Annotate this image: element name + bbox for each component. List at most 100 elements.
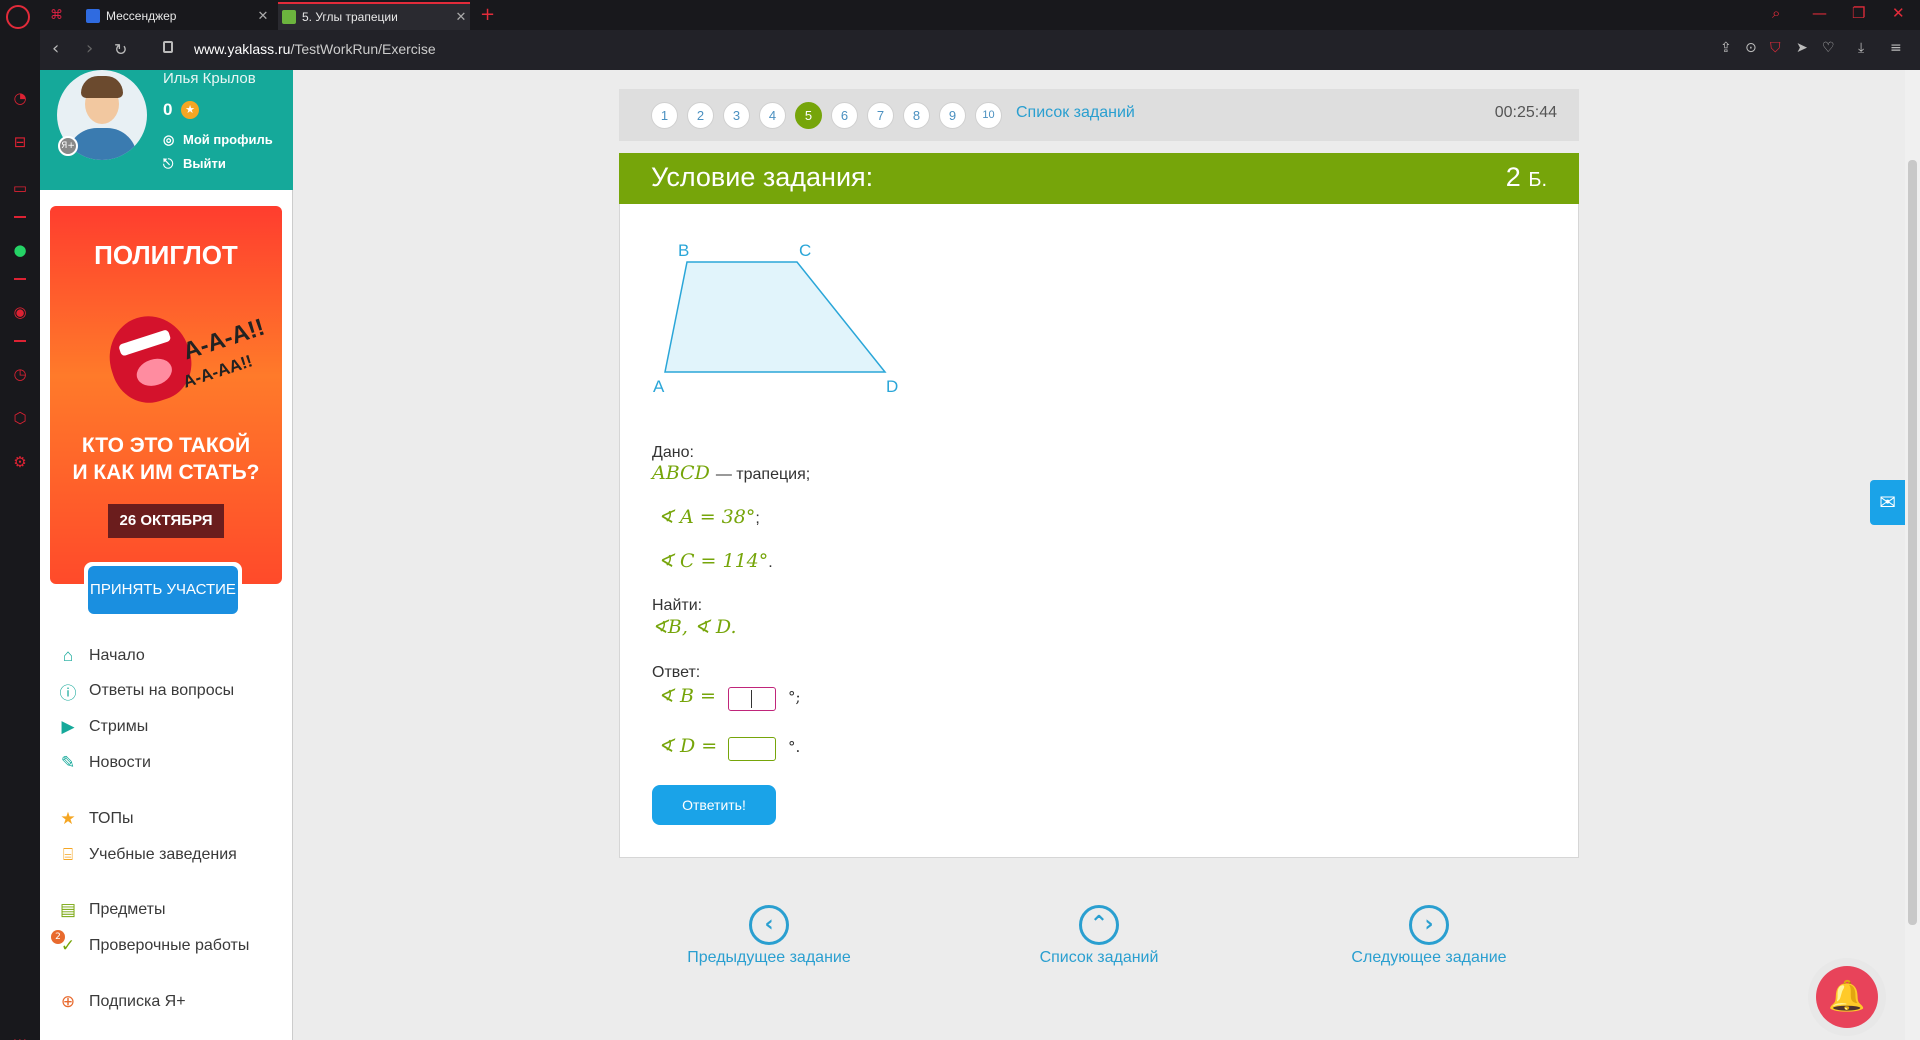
whatsapp-icon[interactable]: ●: [10, 240, 30, 260]
logout-icon: ⎋: [163, 156, 174, 171]
my-profile-link[interactable]: ◎ Мой профиль: [163, 132, 273, 148]
sidebar-item-schools[interactable]: ⌸ Учебные заведения: [57, 841, 237, 869]
question-icon: ⓘ: [59, 683, 77, 703]
site-sidebar: Я+ Илья Крылов 0 ★ ◎ Мой профиль ⎋ Выйти П…: [40, 70, 293, 1040]
logout-link[interactable]: ⎋ Выйти: [163, 156, 226, 172]
page-button-5-active[interactable]: 5: [795, 102, 822, 129]
sidebar-item-tests[interactable]: ✓ Проверочные работы: [57, 932, 249, 960]
card-header: Условие задания: 2 Б.: [619, 153, 1579, 204]
page-button-6[interactable]: 6: [831, 102, 858, 129]
task-list-bottom-link[interactable]: ⌃ Список заданий: [1009, 905, 1189, 967]
opera-logo-icon[interactable]: [6, 5, 30, 29]
chevron-right-icon: ›: [1409, 905, 1449, 945]
answer-d-label: ∢ D =: [658, 735, 718, 757]
profile-panel: Я+ Илья Крылов 0 ★ ◎ Мой профиль ⎋ Выйти: [40, 70, 293, 190]
easy-setup-icon[interactable]: ≡: [1890, 40, 1902, 56]
page-scrollbar[interactable]: [1905, 70, 1920, 1040]
settings-gear-icon[interactable]: ⚙: [10, 452, 30, 472]
messenger-favicon-icon: [86, 9, 100, 23]
sidebar-item-tops[interactable]: ★ ТОПы: [57, 805, 133, 833]
more-dots-icon[interactable]: ⋯: [10, 1030, 30, 1040]
page-button-3[interactable]: 3: [723, 102, 750, 129]
answer-b-label: ∢ B =: [658, 685, 716, 707]
page-button-7[interactable]: 7: [867, 102, 894, 129]
tab-close-icon[interactable]: ✕: [452, 9, 470, 25]
browser-tabbar: ⌘ Мессенджер ✕ 5. Углы трапеции ✕ + ⌕ — …: [0, 0, 1920, 30]
tab-messenger[interactable]: Мессенджер ✕: [82, 2, 272, 30]
feedback-mail-icon[interactable]: ✉: [1870, 480, 1905, 525]
page-button-4[interactable]: 4: [759, 102, 786, 129]
answer-b-unit: °;: [788, 688, 801, 706]
camera-icon[interactable]: ⊙: [1745, 40, 1757, 56]
close-window-icon[interactable]: ✕: [1892, 4, 1905, 22]
given-shape: ABCD — трапеция;: [652, 462, 811, 484]
page-button-1[interactable]: 1: [651, 102, 678, 129]
twitch-icon[interactable]: ▭: [10, 178, 30, 198]
page-button-8[interactable]: 8: [903, 102, 930, 129]
prev-task-label: Предыдущее задание: [687, 949, 851, 966]
find-label: Найти:: [652, 597, 703, 614]
book-icon: ▤: [59, 900, 77, 919]
exercise-card: Условие задания: 2 Б. B C A D Дано: ABCD…: [619, 153, 1579, 858]
page-button-2[interactable]: 2: [687, 102, 714, 129]
sidebar-item-home[interactable]: ⌂ Начало: [57, 642, 145, 670]
tab-active-exercise[interactable]: 5. Углы трапеции ✕: [278, 2, 470, 30]
extensions-icon[interactable]: ⬡: [10, 408, 30, 428]
sidebar-item-subscription[interactable]: ⊕ Подписка Я+: [57, 988, 186, 1016]
player-icon[interactable]: ◉: [10, 302, 30, 322]
school-icon: ⌸: [62, 845, 74, 864]
sidebar-item-streams[interactable]: ▶ Стримы: [57, 713, 148, 741]
sidebar-item-subjects[interactable]: ▤ Предметы: [57, 896, 166, 924]
tab-title: Мессенджер: [106, 9, 177, 23]
speed-dial-icon[interactable]: ◔: [10, 88, 30, 108]
prev-task-link[interactable]: ‹ Предыдущее задание: [679, 905, 859, 967]
star-coin-icon: ★: [181, 101, 199, 119]
url-field[interactable]: www.yaklass.ru/TestWorkRun/Exercise: [194, 41, 436, 57]
search-tabs-icon[interactable]: ⌕: [1772, 4, 1780, 22]
page-button-10[interactable]: 10: [975, 102, 1002, 129]
new-tab-icon[interactable]: +: [480, 4, 495, 25]
tests-count-badge: 2: [51, 930, 65, 944]
news-icon: ✎: [60, 753, 76, 772]
restore-icon[interactable]: ❐: [1852, 4, 1865, 22]
user-name[interactable]: Илья Крылов: [163, 70, 256, 87]
notifications-bell-button[interactable]: 🔔: [1808, 958, 1886, 1036]
task-list-link[interactable]: Список заданий: [1016, 104, 1135, 122]
yaklass-favicon-icon: [282, 10, 296, 24]
next-task-link[interactable]: › Следующее задание: [1339, 905, 1519, 967]
answer-b-input[interactable]: [728, 687, 776, 711]
points-count: 0: [163, 100, 173, 119]
sidebar-item-news[interactable]: ✎ Новости: [57, 749, 151, 777]
gamepad-icon[interactable]: ⌘: [50, 8, 63, 23]
page-button-9[interactable]: 9: [939, 102, 966, 129]
reload-icon[interactable]: ↻: [114, 40, 127, 59]
task-list-label: Список заданий: [1039, 949, 1159, 966]
adblock-shield-icon[interactable]: ⛉: [1770, 40, 1781, 56]
share-icon[interactable]: ⇪: [1720, 40, 1732, 56]
vertex-label-d: D: [886, 377, 898, 396]
answer-d-input[interactable]: [728, 737, 776, 761]
ad-banner[interactable]: ПОЛИГЛОТ А-А-А!! А-А-АА!! КТО ЭТО ТАКОЙ И…: [50, 206, 282, 584]
tab-close-icon[interactable]: ✕: [254, 8, 272, 24]
ya-plus-icon: ⊕: [60, 992, 76, 1011]
flow-send-icon[interactable]: ➤: [1796, 40, 1808, 56]
minimize-icon[interactable]: —: [1812, 4, 1827, 22]
sidebar-item-answers[interactable]: ⓘ Ответы на вопросы: [57, 677, 235, 705]
scroll-thumb[interactable]: [1908, 160, 1917, 925]
shop-icon[interactable]: ⊟: [10, 132, 30, 152]
submit-answer-button[interactable]: Ответить!: [652, 785, 776, 825]
vertex-label-b: B: [678, 241, 689, 260]
back-icon[interactable]: ‹: [52, 38, 59, 59]
given-angle-c: ∢ C = 114°.: [658, 550, 773, 572]
exercise-points: 2 Б.: [1505, 162, 1547, 192]
ad-participate-button[interactable]: ПРИНЯТЬ УЧАСТИЕ: [88, 566, 238, 614]
forward-icon[interactable]: ›: [86, 38, 93, 59]
history-icon[interactable]: ◷: [10, 364, 30, 384]
bell-icon: 🔔: [1816, 966, 1878, 1028]
heart-icon[interactable]: ♡: [1822, 40, 1835, 56]
ya-plus-badge-icon: Я+: [58, 136, 78, 156]
download-icon[interactable]: ⤓: [1858, 40, 1864, 56]
ad-title: ПОЛИГЛОТ: [94, 240, 238, 270]
star-icon: ★: [60, 809, 76, 828]
task-pager: 1 2 3 4 5 6 7 8 9 10 Список заданий 00:2…: [619, 89, 1579, 141]
